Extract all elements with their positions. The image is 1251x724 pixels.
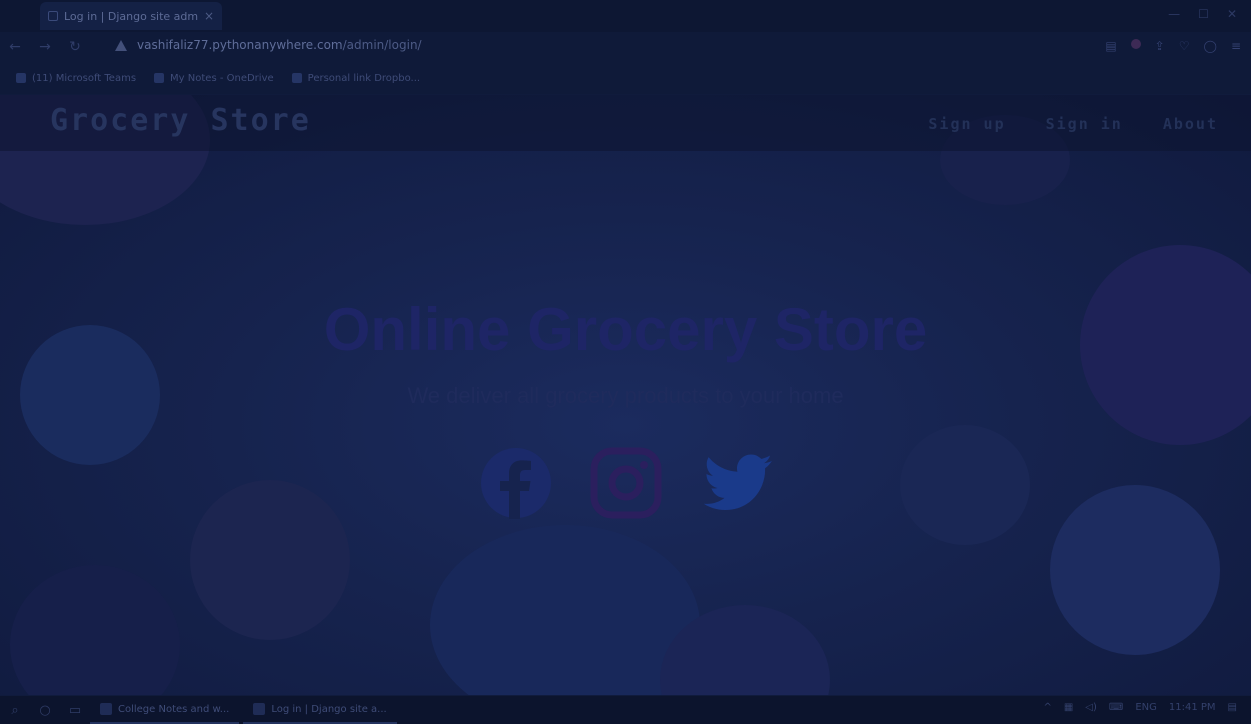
url-host: vashifaliz77.pythonanywhere.com	[137, 38, 343, 52]
nav-sign-in[interactable]: Sign in	[1046, 115, 1123, 133]
bookmark-icon	[291, 73, 302, 83]
screen: Log in | Django site admin × — ☐ ✕ ← → ↻…	[0, 0, 1251, 724]
cortana-icon[interactable]: ○	[30, 703, 60, 718]
background-fruit	[190, 480, 350, 640]
menu-icon[interactable]: ≡	[1231, 39, 1241, 53]
onedrive-icon	[154, 73, 165, 83]
site-brand[interactable]: Grocery Store	[50, 103, 311, 138]
record-icon[interactable]	[1130, 39, 1141, 49]
tab-favicon-icon	[48, 11, 58, 21]
reload-icon[interactable]: ↻	[60, 39, 90, 55]
maximize-button[interactable]: ☐	[1198, 7, 1209, 21]
profile-icon[interactable]: ◯	[1204, 39, 1217, 53]
instagram-icon[interactable]	[590, 447, 662, 519]
bookmarks-bar: (11) Microsoft Teams My Notes - OneDrive…	[0, 62, 1251, 94]
twitter-icon[interactable]	[702, 447, 774, 519]
language-indicator[interactable]: ENG	[1135, 702, 1157, 713]
background-fruit	[900, 425, 1030, 545]
clock[interactable]: 11:41 PM	[1169, 702, 1216, 713]
browser-tab[interactable]: Log in | Django site admin ×	[40, 2, 222, 30]
os-taskbar: ⌕ ○ ▭ College Notes and w... Log in | Dj…	[0, 696, 1251, 724]
window-controls: — ☐ ✕	[1168, 7, 1237, 21]
close-window-button[interactable]: ✕	[1227, 7, 1237, 21]
search-icon[interactable]: ⌕	[0, 703, 30, 718]
notifications-icon[interactable]: ▤	[1228, 702, 1237, 713]
background-fruit	[1050, 485, 1220, 655]
bookmark-label: My Notes - OneDrive	[170, 72, 274, 84]
browser-tab-bar: Log in | Django site admin × — ☐ ✕	[0, 0, 1251, 32]
url-path: /admin/login/	[342, 38, 422, 52]
bookmark-label: (11) Microsoft Teams	[32, 72, 137, 84]
address-bar-row: ← → ↻ vashifaliz77.pythonanywhere.com/ad…	[0, 32, 1251, 62]
share-icon[interactable]: ⇪	[1155, 39, 1165, 53]
site-nav-links: Sign up Sign in About	[928, 115, 1218, 133]
site-navbar: Grocery Store Sign up Sign in About	[0, 95, 1251, 151]
background-fruit	[10, 565, 180, 695]
bookmark-dropbox[interactable]: Personal link Dropbo...	[291, 72, 421, 84]
taskbar-app-label: Log in | Django site a...	[271, 703, 387, 715]
hero-title: Online Grocery Store	[323, 296, 928, 363]
hero-subtitle: We deliver all grocery products to your …	[407, 383, 844, 408]
back-icon[interactable]: ←	[0, 39, 30, 55]
taskbar-app-label: College Notes and w...	[118, 703, 230, 715]
app-icon	[253, 703, 266, 715]
tab-close-icon[interactable]: ×	[204, 9, 214, 23]
teams-icon	[16, 73, 26, 83]
bookmark-onedrive[interactable]: My Notes - OneDrive	[154, 73, 274, 84]
chevron-up-icon[interactable]: ^	[1043, 702, 1051, 713]
app-icon	[100, 703, 112, 715]
not-secure-icon	[115, 39, 127, 51]
address-bar-actions: ▤ ⇪ ♡ ◯ ≡	[1105, 39, 1241, 53]
favorite-icon[interactable]: ♡	[1179, 39, 1190, 53]
forward-icon[interactable]: →	[30, 39, 60, 55]
keyboard-icon[interactable]: ⌨	[1109, 702, 1123, 713]
volume-icon[interactable]: ◁)	[1085, 702, 1097, 713]
minimize-button[interactable]: —	[1168, 7, 1180, 21]
background-grapes	[430, 525, 700, 695]
address-input[interactable]: vashifaliz77.pythonanywhere.com/admin/lo…	[115, 38, 422, 52]
nav-about[interactable]: About	[1163, 115, 1218, 133]
web-page: Grocery Store Sign up Sign in About Onli…	[0, 95, 1251, 695]
bookmark-teams[interactable]: (11) Microsoft Teams	[16, 73, 136, 84]
facebook-icon[interactable]	[480, 447, 552, 519]
task-view-icon[interactable]: ▭	[60, 703, 90, 718]
reader-icon[interactable]: ▤	[1105, 39, 1116, 53]
network-icon[interactable]: ▦	[1064, 702, 1073, 713]
tab-title: Log in | Django site admin	[64, 9, 198, 23]
system-tray: ^ ▦ ◁) ⌨ ENG 11:41 PM ▤	[1043, 702, 1237, 713]
taskbar-app-browser[interactable]: Log in | Django site a...	[243, 696, 397, 724]
taskbar-app-notes[interactable]: College Notes and w...	[90, 696, 240, 724]
nav-sign-up[interactable]: Sign up	[928, 115, 1005, 133]
bookmark-label: Personal link Dropbo...	[307, 72, 421, 84]
